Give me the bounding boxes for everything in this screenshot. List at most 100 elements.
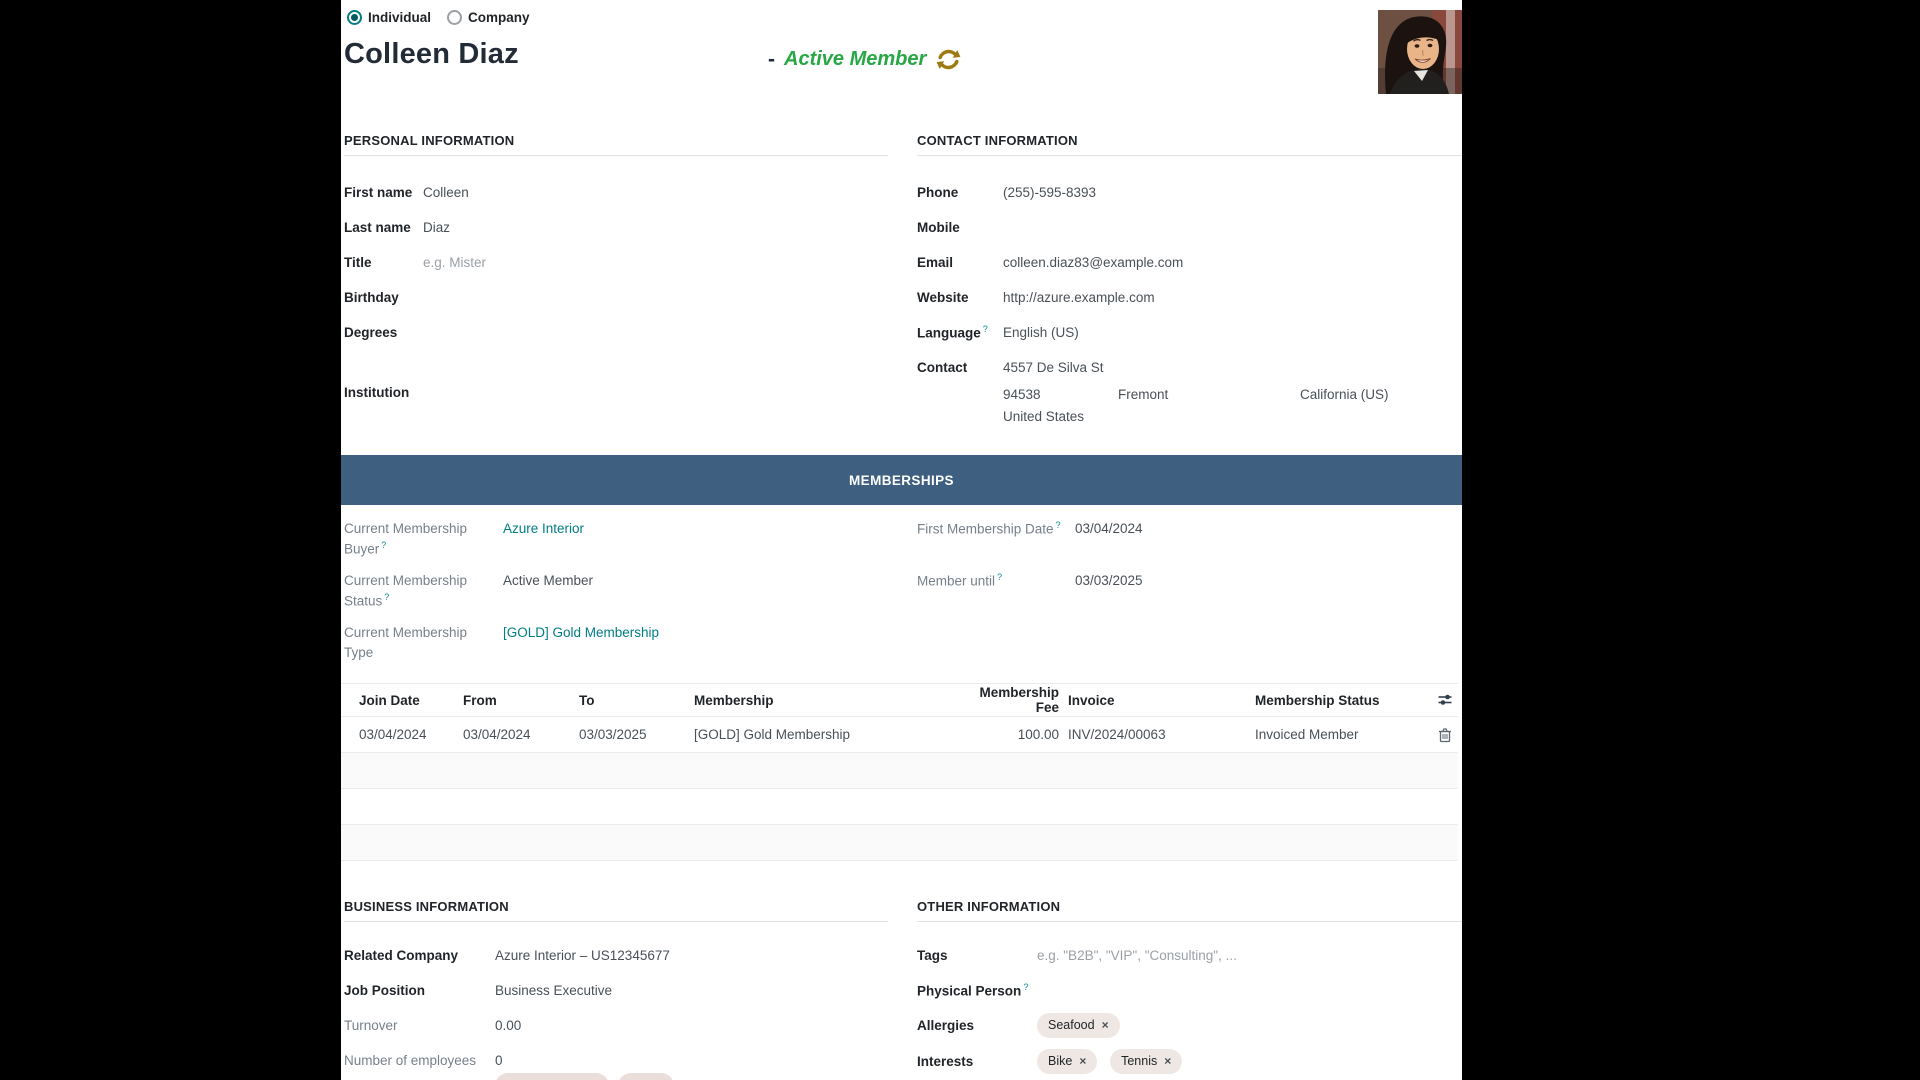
street-input[interactable]: 4557 De Silva St — [1003, 358, 1104, 379]
field-current-membership-status: Current Membership Status? Active Member — [344, 571, 888, 615]
current-membership-type-link[interactable]: [GOLD] Gold Membership — [503, 623, 659, 667]
field-degrees: Degrees — [344, 323, 888, 369]
interest-tag-bike[interactable]: Bike × — [1037, 1049, 1097, 1074]
col-membership-fee[interactable]: Membership Fee — [953, 685, 1059, 715]
remove-tag-icon[interactable]: × — [1164, 1055, 1171, 1067]
contact-name-input[interactable]: Colleen Diaz — [344, 38, 519, 71]
first-name-label: First name — [344, 183, 423, 204]
physical-person-help-icon: ? — [1023, 982, 1028, 992]
last-name-label: Last name — [344, 218, 423, 239]
delete-row-icon[interactable] — [1431, 727, 1458, 743]
title-input[interactable]: e.g. Mister — [423, 253, 486, 274]
field-website: Website http://azure.example.com — [917, 288, 1462, 309]
field-job-position: Job Position Business Executive — [344, 981, 888, 1002]
membership-status-line: - Active Member — [768, 46, 962, 73]
radio-individual[interactable]: Individual — [347, 10, 431, 25]
col-from[interactable]: From — [463, 693, 579, 708]
field-last-name: Last name Diaz — [344, 218, 888, 239]
current-membership-buyer-label: Current Membership Buyer? — [344, 519, 503, 563]
field-email: Email colleen.diaz83@example.com — [917, 253, 1462, 274]
remove-tag-icon[interactable]: × — [1102, 1019, 1109, 1031]
tags-input[interactable]: e.g. "B2B", "VIP", "Consulting", ... — [1037, 946, 1237, 967]
email-input[interactable]: colleen.diaz83@example.com — [1003, 253, 1183, 274]
current-membership-buyer-link[interactable]: Azure Interior — [503, 519, 584, 563]
optional-columns-icon[interactable] — [1431, 692, 1458, 708]
allergies-label: Allergies — [917, 1016, 1037, 1038]
remove-tag-icon[interactable]: × — [1079, 1055, 1086, 1067]
buyer-help-icon: ? — [381, 540, 386, 550]
first-date-help-icon: ? — [1056, 520, 1061, 530]
language-help-icon: ? — [983, 324, 988, 334]
interest-tag-label: Bike — [1048, 1052, 1072, 1070]
membership-fields-right: First Membership Date? 03/04/2024 Member… — [917, 519, 1462, 623]
cut-off-pill[interactable] — [495, 1073, 609, 1080]
state-select[interactable]: California (US) — [1300, 387, 1389, 402]
field-institution: Institution — [344, 383, 888, 404]
radio-company-label: Company — [468, 10, 530, 25]
section-contact-information: CONTACT INFORMATION Phone (255)-595-8393… — [917, 133, 1462, 424]
field-first-membership-date: First Membership Date? 03/04/2024 — [917, 519, 1462, 563]
contact-type-radios: Individual Company — [347, 10, 530, 25]
member-form: Individual Company Colleen Diaz - Active… — [341, 0, 1462, 1080]
cell-from[interactable]: 03/04/2024 — [463, 727, 579, 742]
empty-table-row — [341, 789, 1458, 825]
last-name-input[interactable]: Diaz — [423, 218, 450, 239]
field-current-membership-type: Current Membership Type [GOLD] Gold Memb… — [344, 623, 888, 667]
col-membership[interactable]: Membership — [694, 693, 953, 708]
related-company-input[interactable]: Azure Interior – US12345677 — [495, 946, 670, 967]
tags-label: Tags — [917, 946, 1037, 967]
radio-company[interactable]: Company — [447, 10, 530, 25]
phone-input[interactable]: (255)-595-8393 — [1003, 183, 1096, 204]
job-position-input[interactable]: Business Executive — [495, 981, 612, 1002]
allergy-tag-seafood[interactable]: Seafood × — [1037, 1013, 1120, 1038]
allergies-input[interactable]: Seafood × — [1037, 1013, 1129, 1038]
language-select[interactable]: English (US) — [1003, 323, 1079, 344]
field-current-membership-buyer: Current Membership Buyer? Azure Interior — [344, 519, 888, 563]
field-phone: Phone (255)-595-8393 — [917, 183, 1462, 204]
first-name-input[interactable]: Colleen — [423, 183, 469, 204]
first-membership-date-label: First Membership Date? — [917, 519, 1075, 563]
col-membership-status[interactable]: Membership Status — [1246, 693, 1431, 708]
physical-person-label: Physical Person? — [917, 981, 1037, 1002]
membership-fields-left: Current Membership Buyer? Azure Interior… — [344, 519, 888, 675]
turnover-label: Turnover — [344, 1016, 495, 1037]
city-input[interactable]: Fremont — [1118, 387, 1300, 402]
first-membership-date-value: 03/04/2024 — [1075, 519, 1143, 563]
interests-input[interactable]: Bike × Tennis × — [1037, 1049, 1191, 1074]
memberships-banner-title: MEMBERSHIPS — [849, 473, 954, 488]
turnover-value: 0.00 — [495, 1016, 521, 1037]
zip-input[interactable]: 94538 — [1003, 387, 1118, 402]
radio-company-control[interactable] — [447, 10, 462, 25]
refresh-icon[interactable] — [935, 46, 962, 73]
cell-membership-fee[interactable]: 100.00 — [953, 727, 1059, 742]
col-join-date[interactable]: Join Date — [341, 693, 463, 708]
current-membership-status-label: Current Membership Status? — [344, 571, 503, 615]
interest-tag-tennis[interactable]: Tennis × — [1110, 1049, 1182, 1074]
cell-membership-status[interactable]: Invoiced Member — [1246, 727, 1431, 742]
radio-individual-control[interactable] — [347, 10, 362, 25]
country-select[interactable]: United States — [1003, 409, 1462, 424]
personal-information-title: PERSONAL INFORMATION — [344, 133, 888, 156]
memberships-banner: MEMBERSHIPS — [341, 455, 1462, 505]
related-company-label: Related Company — [344, 946, 495, 967]
title-label: Title — [344, 253, 423, 274]
mobile-label: Mobile — [917, 218, 1003, 239]
other-information-title: OTHER INFORMATION — [917, 899, 1462, 922]
institution-label: Institution — [344, 383, 423, 404]
col-to[interactable]: To — [579, 693, 694, 708]
interest-tag-label: Tennis — [1121, 1052, 1157, 1070]
field-birthday: Birthday — [344, 288, 888, 309]
member-until-value: 03/03/2025 — [1075, 571, 1143, 615]
cut-off-pill[interactable] — [618, 1073, 674, 1080]
avatar[interactable] — [1378, 10, 1462, 94]
website-input[interactable]: http://azure.example.com — [1003, 288, 1155, 309]
field-related-company: Related Company Azure Interior – US12345… — [344, 946, 888, 967]
cell-invoice[interactable]: INV/2024/00063 — [1059, 727, 1246, 742]
cell-to[interactable]: 03/03/2025 — [579, 727, 694, 742]
membership-table-row[interactable]: 03/04/2024 03/04/2024 03/03/2025 [GOLD] … — [341, 717, 1458, 753]
cell-join-date[interactable]: 03/04/2024 — [341, 727, 463, 742]
col-invoice[interactable]: Invoice — [1059, 693, 1246, 708]
degrees-label: Degrees — [344, 323, 423, 369]
field-physical-person: Physical Person? — [917, 981, 1462, 1002]
cell-membership[interactable]: [GOLD] Gold Membership — [694, 727, 953, 742]
